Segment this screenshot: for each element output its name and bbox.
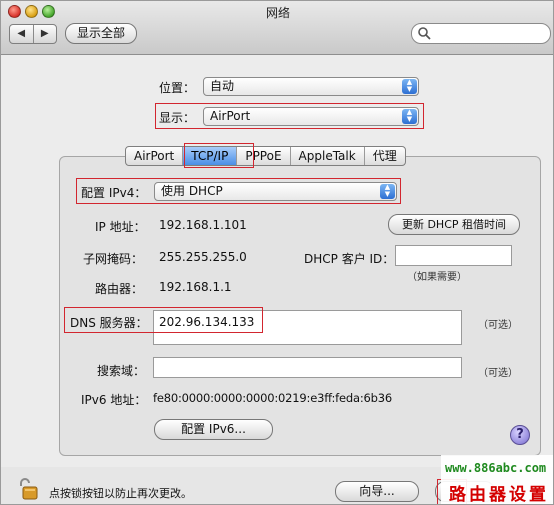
lock-hint-text: 点按锁按钮以防止再次更改。 [49, 487, 192, 500]
forward-button[interactable]: ▶ [34, 25, 57, 43]
ipv6-address-value: fe80:0000:0000:0000:0219:e3ff:feda:6b36 [153, 391, 392, 405]
ipv6-address-label: IPv6 地址： [81, 393, 147, 407]
search-input[interactable] [411, 23, 551, 44]
watermark-text: 路由器设置 [449, 485, 549, 505]
ipv4-config-select[interactable]: 使用 DHCP ▲ ▼ [154, 182, 397, 201]
ipv4-config-label: 配置 IPv4： [81, 186, 147, 200]
tab-proxy[interactable]: 代理 [365, 147, 405, 165]
assist-me-button[interactable]: 向导... [335, 481, 419, 502]
dhcp-client-id-hint: （如果需要） [407, 272, 467, 283]
popup-arrows-icon: ▲ ▼ [402, 79, 417, 94]
watermark-url: www.886abc.com [445, 461, 547, 475]
ip-address-label: IP 地址： [95, 220, 146, 234]
network-preferences-window: 网络 ◀ ▶ 显示全部 位置： 自动 ▲ ▼ 显示： AirPort ▲ ▼ Air… [0, 0, 554, 505]
ip-address-value: 192.168.1.101 [159, 218, 247, 232]
configure-ipv6-button[interactable]: 配置 IPv6... [154, 419, 273, 440]
title-bar: 网络 ◀ ▶ 显示全部 [1, 1, 553, 55]
search-domains-hint: （可选） [478, 368, 518, 379]
highlight-box-tcpip [184, 143, 254, 168]
back-button[interactable]: ◀ [10, 25, 34, 43]
location-label: 位置： [159, 81, 196, 95]
search-domains-label: 搜索域： [97, 364, 146, 378]
dns-servers-label: DNS 服务器： [70, 316, 148, 330]
dhcp-client-id-field[interactable] [395, 245, 512, 266]
dns-servers-hint: （可选） [478, 320, 518, 331]
lock-icon[interactable] [17, 477, 41, 501]
search-icon [418, 27, 431, 40]
dhcp-client-id-label: DHCP 客户 ID： [304, 252, 395, 266]
ipv4-config-value: 使用 DHCP [161, 184, 223, 198]
help-button[interactable]: ? [510, 425, 530, 445]
show-label: 显示： [159, 111, 196, 125]
show-all-button[interactable]: 显示全部 [65, 23, 137, 44]
renew-dhcp-button[interactable]: 更新 DHCP 租借时间 [388, 214, 520, 235]
show-select[interactable]: AirPort ▲ ▼ [203, 107, 419, 126]
popup-arrows-icon: ▲ ▼ [402, 109, 417, 124]
tab-appletalk[interactable]: AppleTalk [291, 147, 365, 165]
tab-airport[interactable]: AirPort [126, 147, 184, 165]
window-title: 网络 [265, 6, 290, 20]
router-label: 路由器： [95, 282, 144, 296]
back-forward-group: ◀ ▶ [9, 24, 57, 44]
show-value: AirPort [210, 109, 251, 123]
subnet-mask-value: 255.255.255.0 [159, 250, 247, 264]
tab-bar: AirPort TCP/IP PPPoE AppleTalk 代理 [125, 146, 406, 166]
popup-arrows-icon: ▲ ▼ [380, 184, 395, 199]
location-value: 自动 [210, 79, 235, 93]
subnet-mask-label: 子网掩码： [83, 252, 144, 266]
location-select[interactable]: 自动 ▲ ▼ [203, 77, 419, 96]
router-value: 192.168.1.1 [159, 280, 232, 294]
search-domains-field[interactable] [153, 357, 462, 378]
